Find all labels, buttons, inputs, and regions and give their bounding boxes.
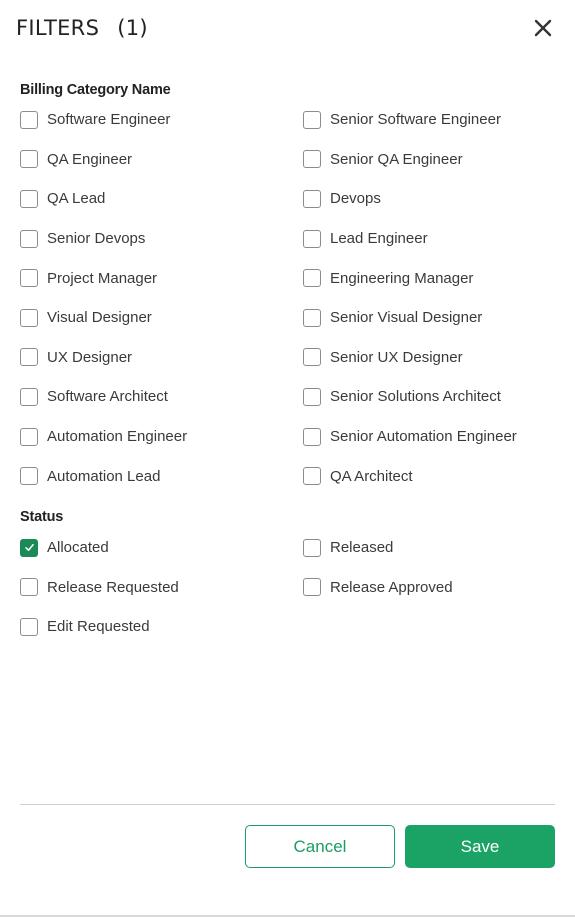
checkbox-option[interactable]: Senior Visual Designer (303, 298, 560, 338)
checkbox-label: Release Approved (330, 578, 453, 596)
checkbox-option[interactable]: UX Designer (20, 338, 303, 378)
checkbox-option[interactable]: QA Engineer (20, 140, 303, 180)
checkbox-label: Senior QA Engineer (330, 150, 463, 168)
checkbox-option[interactable]: Senior Software Engineer (303, 100, 560, 140)
checkbox-label: Devops (330, 190, 381, 208)
checkbox[interactable] (303, 348, 321, 367)
checkbox[interactable] (303, 269, 321, 288)
checkbox[interactable] (303, 467, 321, 486)
checkmark-icon (24, 544, 34, 552)
checkbox[interactable] (303, 229, 321, 248)
checkbox-label: Automation Lead (47, 467, 161, 485)
checkbox-label: UX Designer (47, 348, 133, 366)
checkbox-label: QA Architect (330, 467, 413, 485)
checkbox-option[interactable]: Senior QA Engineer (303, 140, 560, 180)
filter-count: (1) (117, 16, 148, 40)
checkbox-option[interactable]: QA Architect (303, 456, 560, 496)
title-text: FILTERS (16, 16, 100, 40)
checkbox-label: Senior Devops (47, 230, 146, 248)
checkbox-option[interactable]: Release Approved (303, 568, 560, 608)
checkbox[interactable] (20, 427, 38, 446)
checkbox[interactable] (20, 269, 38, 288)
close-button[interactable] (529, 14, 557, 42)
status-label: Status (20, 509, 64, 525)
checkbox[interactable] (20, 308, 38, 327)
checkbox-label: Software Architect (47, 388, 168, 406)
checkbox-label: QA Lead (47, 190, 106, 208)
status-options: Allocated Released Release Requested Releas… (20, 528, 560, 647)
checkbox[interactable] (20, 348, 38, 367)
checkbox-label: Senior Visual Designer (330, 309, 483, 327)
checkbox-label: QA Engineer (47, 150, 133, 168)
checkbox-option[interactable]: Project Manager (20, 258, 303, 298)
checkbox-option[interactable]: Software Engineer (20, 100, 303, 140)
checkbox-option[interactable]: QA Lead (20, 179, 303, 219)
checkbox-label: Senior UX Designer (330, 348, 463, 366)
footer-divider (20, 804, 555, 805)
checkbox-label: Visual Designer (47, 309, 152, 327)
checkbox[interactable] (20, 467, 38, 486)
checkbox[interactable] (20, 387, 38, 406)
checkbox-label: Senior Software Engineer (330, 111, 501, 129)
checkbox[interactable] (303, 427, 321, 446)
checkbox-checked[interactable] (20, 538, 38, 557)
checkbox[interactable] (303, 578, 321, 597)
checkbox-option[interactable]: Allocated (20, 528, 303, 568)
checkbox[interactable] (303, 538, 321, 557)
close-icon (534, 19, 552, 37)
checkbox-label: Automation Engineer (47, 428, 188, 446)
checkbox-label: Engineering Manager (330, 269, 474, 287)
checkbox-label: Project Manager (47, 269, 158, 287)
checkbox[interactable] (20, 578, 38, 597)
checkbox[interactable] (303, 189, 321, 208)
checkbox[interactable] (20, 189, 38, 208)
filters-header: FILTERS (1) (16, 12, 559, 44)
checkbox-option[interactable]: Senior Devops (20, 219, 303, 259)
billing-category-label: Billing Category Name (20, 82, 171, 98)
cancel-button[interactable]: Cancel (245, 825, 395, 868)
checkbox-option[interactable]: Senior UX Designer (303, 338, 560, 378)
checkbox-label: Senior Solutions Architect (330, 388, 501, 406)
page-title: FILTERS (1) (16, 12, 148, 44)
checkbox-option[interactable]: Senior Solutions Architect (303, 377, 560, 417)
checkbox[interactable] (303, 150, 321, 169)
checkbox-option[interactable]: Engineering Manager (303, 258, 560, 298)
checkbox-option[interactable]: Automation Engineer (20, 417, 303, 457)
checkbox-label: Edit Requested (47, 618, 150, 636)
checkbox-label: Allocated (47, 539, 109, 557)
checkbox-label: Senior Automation Engineer (330, 428, 517, 446)
checkbox-option[interactable]: Automation Lead (20, 456, 303, 496)
checkbox[interactable] (20, 229, 38, 248)
checkbox-label: Release Requested (47, 578, 179, 596)
checkbox[interactable] (303, 387, 321, 406)
checkbox[interactable] (303, 110, 321, 129)
checkbox[interactable] (20, 150, 38, 169)
checkbox-option[interactable]: Devops (303, 179, 560, 219)
checkbox[interactable] (20, 617, 38, 636)
save-button[interactable]: Save (405, 825, 555, 868)
checkbox-label: Software Engineer (47, 111, 171, 129)
checkbox-option[interactable]: Lead Engineer (303, 219, 560, 259)
checkbox-option[interactable]: Senior Automation Engineer (303, 417, 560, 457)
checkbox[interactable] (20, 110, 38, 129)
checkbox-label: Released (330, 539, 394, 557)
checkbox-option[interactable]: Released (303, 528, 560, 568)
checkbox-label: Lead Engineer (330, 230, 428, 248)
checkbox[interactable] (303, 308, 321, 327)
billing-category-options: Software Engineer Senior Software Enginee… (20, 100, 560, 496)
filters-panel: FILTERS (1) Billing Category Name Softwar… (0, 0, 575, 917)
checkbox-option[interactable]: Edit Requested (20, 607, 303, 647)
checkbox-option[interactable]: Visual Designer (20, 298, 303, 338)
checkbox-option[interactable]: Release Requested (20, 568, 303, 608)
checkbox-option[interactable]: Software Architect (20, 377, 303, 417)
